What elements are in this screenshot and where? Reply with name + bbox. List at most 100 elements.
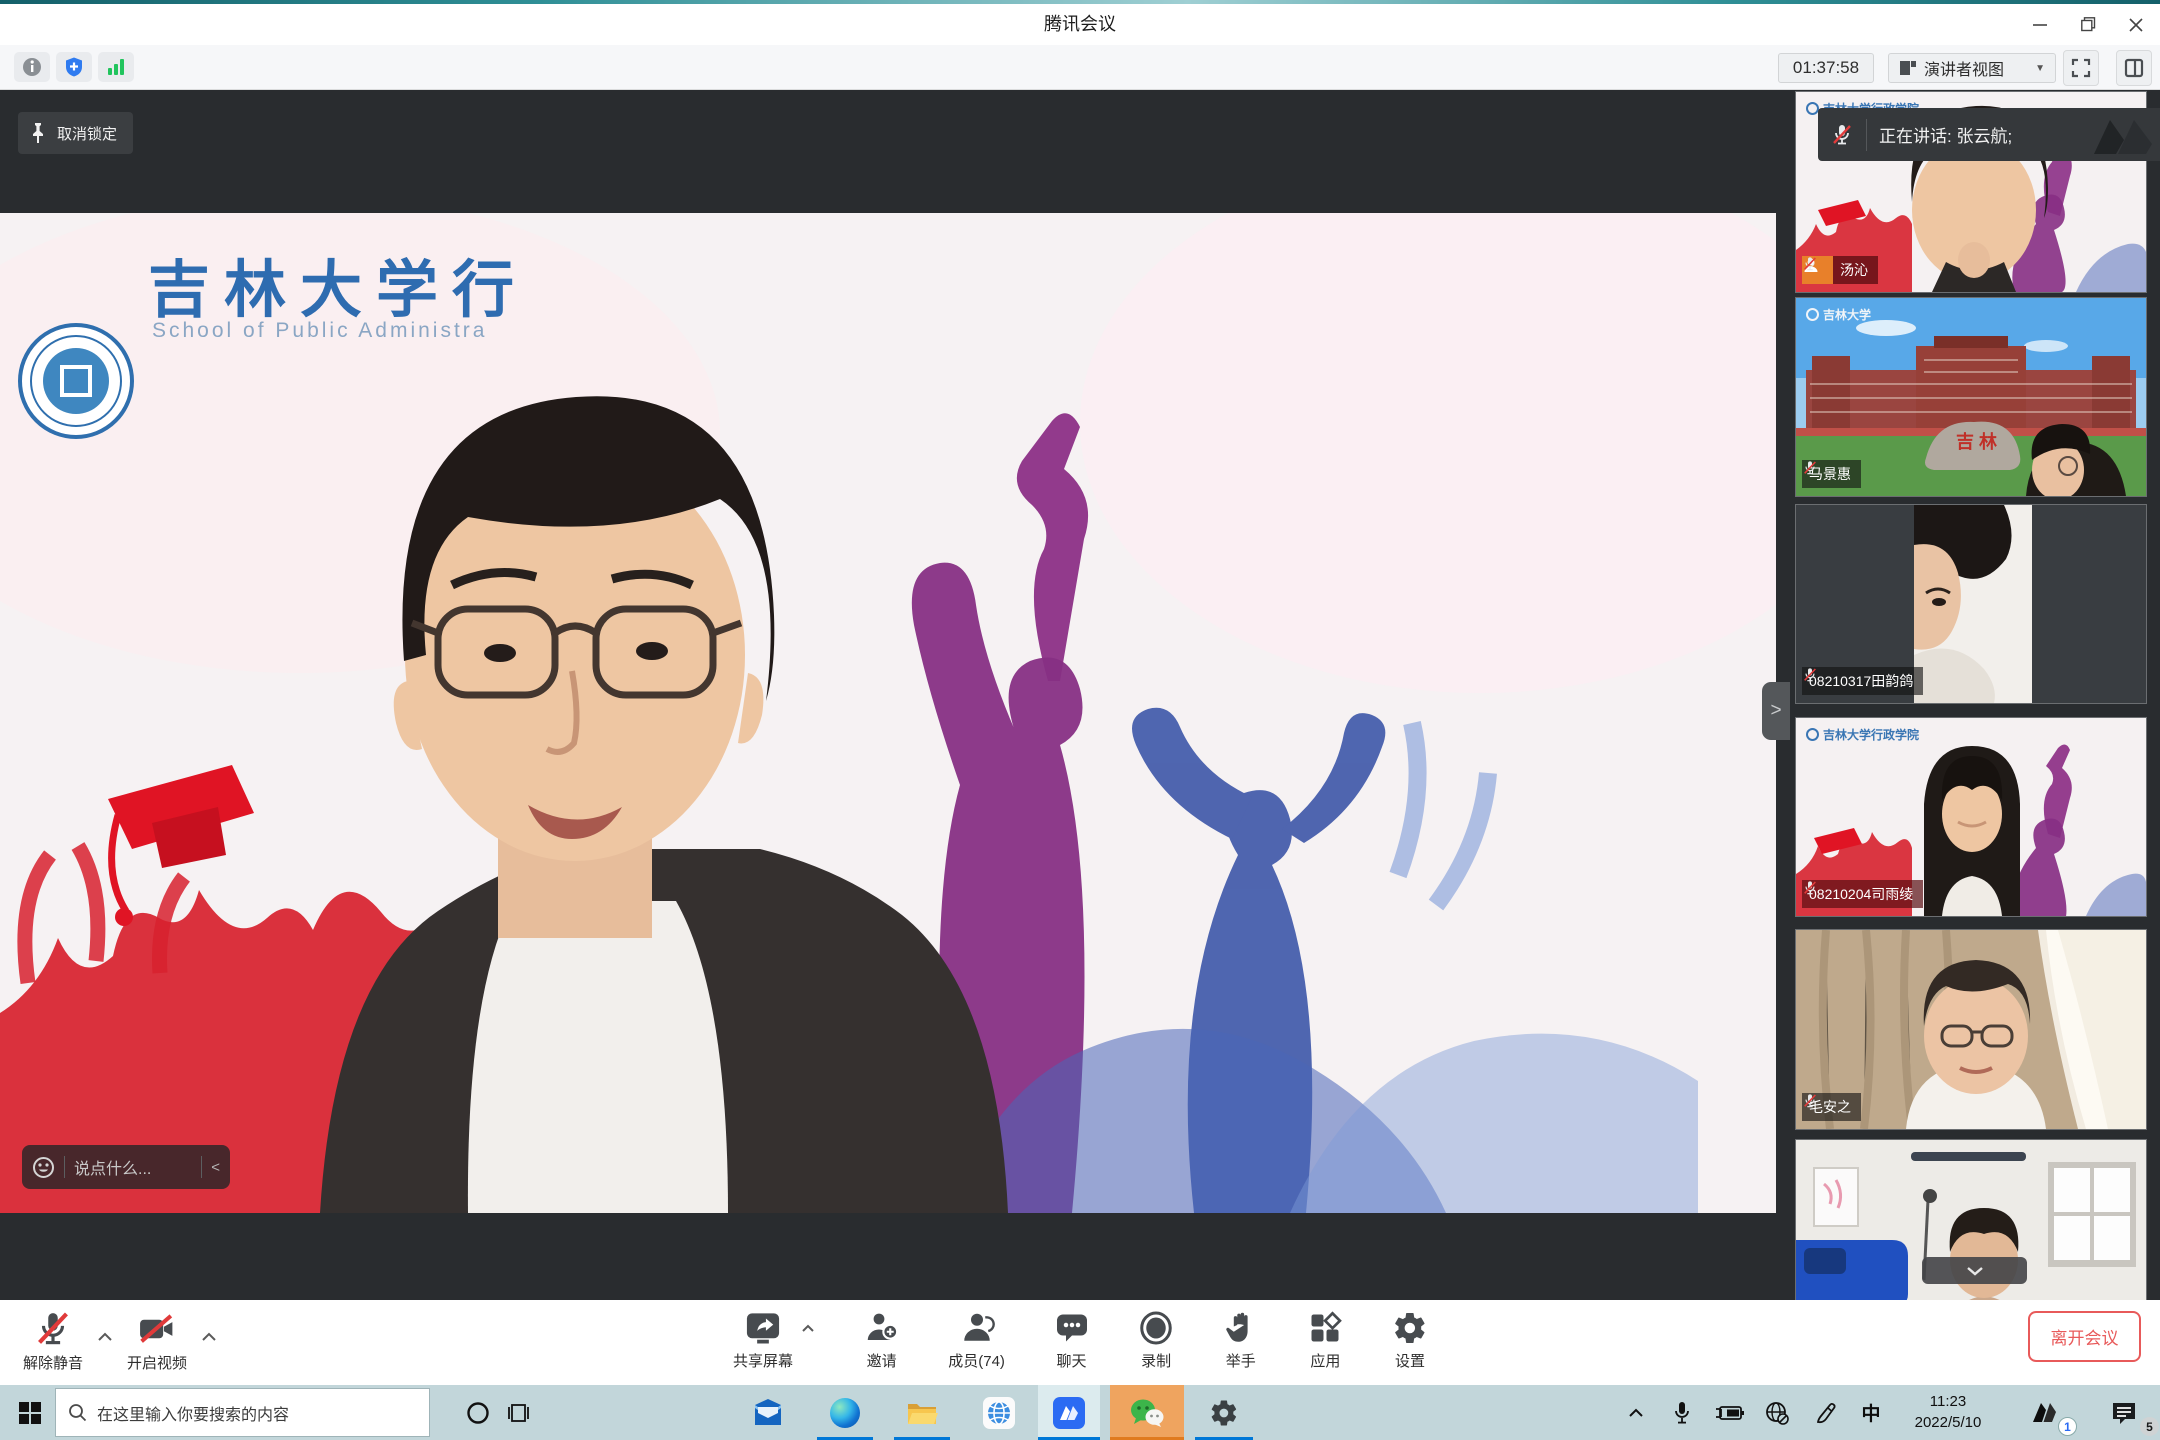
fullscreen-button[interactable] (2063, 50, 2099, 86)
network-signal-button[interactable] (98, 52, 134, 82)
meeting-info-button[interactable] (14, 52, 50, 82)
pen-icon (1814, 1401, 1838, 1425)
dropdown-arrow-icon: ▼ (2035, 63, 2045, 74)
meeting-badge: 1 (2058, 1417, 2077, 1436)
sidebar-collapse-handle[interactable]: > (1762, 682, 1790, 740)
tray-ime-indicator[interactable]: 中 (1852, 1385, 1890, 1440)
muted-camera-icon (137, 1310, 177, 1348)
file-explorer-icon (906, 1399, 938, 1427)
share-options-chevron[interactable] (801, 1324, 815, 1333)
edge-icon (830, 1398, 860, 1428)
tray-expand-button[interactable] (1618, 1385, 1654, 1440)
raise-hand-button[interactable]: 举手 (1223, 1310, 1259, 1371)
task-view-icon (506, 1402, 530, 1424)
security-shield-button[interactable] (56, 52, 92, 82)
globe-browser-icon (983, 1397, 1015, 1429)
view-mode-selector[interactable]: 演讲者视图 ▼ (1888, 53, 2056, 83)
scroll-participants-down-button[interactable] (1922, 1257, 2027, 1284)
muted-mic-icon (1802, 460, 1818, 476)
settings-gear-icon (1209, 1398, 1239, 1428)
seal-icon (1806, 308, 1819, 321)
invite-button[interactable]: 邀请 (864, 1310, 900, 1371)
shield-plus-icon (63, 56, 85, 78)
tray-pen-icon[interactable] (1806, 1385, 1846, 1440)
svg-text:吉 林: 吉 林 (1956, 431, 1997, 452)
search-placeholder: 在这里输入你要搜索的内容 (97, 1401, 289, 1425)
start-button[interactable] (8, 1385, 52, 1440)
participant-video-tianyunge[interactable]: 08210317田韵鸽 (1796, 505, 2146, 703)
split-view-icon (2124, 58, 2144, 78)
task-view-button[interactable] (498, 1385, 538, 1440)
members-icon (959, 1310, 995, 1346)
taskbar-app-settings[interactable] (1195, 1385, 1253, 1440)
tencent-meeting-icon (1053, 1397, 1085, 1429)
collapse-chat-icon[interactable]: < (211, 1159, 220, 1176)
chevron-up-icon (1628, 1408, 1644, 1418)
main-video-logo-en: School of Public Administra (152, 319, 487, 343)
gear-icon (1392, 1310, 1428, 1346)
taskbar-app-edge[interactable] (817, 1385, 873, 1440)
chat-button[interactable]: 聊天 (1054, 1310, 1090, 1371)
record-button[interactable]: 录制 (1138, 1310, 1174, 1371)
clock-time: 11:23 (1896, 1391, 2000, 1412)
muted-mic-icon (1802, 667, 1818, 683)
participant-name-chip: 毛安之 (1802, 1093, 1861, 1121)
share-screen-button[interactable]: 共享屏幕 (733, 1310, 793, 1371)
meeting-watermark-icon (2090, 114, 2156, 156)
battery-charging-icon (1714, 1403, 1744, 1423)
thumb-logo-text: 吉林大学 (1806, 306, 1871, 323)
camera-options-chevron[interactable] (200, 1330, 218, 1344)
restore-button[interactable] (2064, 4, 2112, 45)
university-seal (20, 325, 132, 437)
taskbar-search-input[interactable]: 在这里输入你要搜索的内容 (55, 1388, 430, 1437)
minimize-button[interactable] (2016, 4, 2064, 45)
pin-icon (28, 122, 48, 144)
taskbar-app-mail[interactable] (740, 1385, 796, 1440)
unpin-button[interactable]: 取消锁定 (18, 112, 133, 154)
apps-button[interactable]: 应用 (1307, 1310, 1343, 1371)
taskbar-app-wechat[interactable] (1110, 1385, 1184, 1440)
main-speaker-video[interactable]: 吉林大学行 School of Public Administra (0, 213, 1776, 1213)
taskbar-app-tencent-meeting[interactable] (1038, 1385, 1100, 1440)
taskbar-clock[interactable]: 11:23 2022/5/10 (1896, 1391, 2000, 1433)
settings-button[interactable]: 设置 (1392, 1310, 1428, 1371)
chevron-up-icon (201, 1332, 217, 1342)
mic-options-chevron[interactable] (96, 1330, 114, 1344)
share-screen-icon (744, 1310, 782, 1346)
quick-chat-pill[interactable]: 说点什么... < (22, 1145, 230, 1189)
start-video-button[interactable]: 开启视频 (118, 1310, 196, 1373)
signal-bars-icon (105, 57, 127, 77)
layout-split-button[interactable] (2116, 50, 2152, 86)
close-button[interactable] (2112, 4, 2160, 45)
chevron-up-icon (97, 1332, 113, 1342)
chat-placeholder[interactable]: 说点什么... (74, 1155, 192, 1179)
fullscreen-icon (2071, 58, 2091, 78)
members-button[interactable]: 成员(74) (948, 1310, 1005, 1371)
taskbar-app-browser[interactable] (971, 1385, 1027, 1440)
participant-video-maoanzhi[interactable]: 毛安之 (1796, 930, 2146, 1129)
meeting-topbar: 01:37:58 演讲者视图 ▼ (0, 45, 2160, 90)
chevron-down-icon (1965, 1265, 1985, 1277)
muted-mic-icon (1802, 1093, 1818, 1109)
main-video-scene (0, 213, 1776, 1213)
participant-name-chip: 汤沁 (1833, 256, 1878, 284)
notification-badge: 5 (2140, 1417, 2159, 1436)
thumb-logo-text: 吉林大学行政学院 (1806, 726, 1919, 743)
chat-bubble-icon (1054, 1310, 1090, 1346)
unmute-button[interactable]: 解除静音 (14, 1310, 92, 1373)
participant-name-chip: 08210204司雨绫 (1802, 880, 1923, 908)
globe-no-internet-icon (1765, 1401, 1789, 1425)
taskbar-app-file-explorer[interactable] (894, 1385, 950, 1440)
participant-video-majinghui[interactable]: 吉 林 吉林大学 马景惠 (1796, 298, 2146, 496)
windows-logo-icon (19, 1402, 41, 1424)
tray-meeting-app[interactable]: 1 (2018, 1385, 2070, 1440)
cortana-button[interactable] (458, 1385, 498, 1440)
participant-name-chip: 马景惠 (1802, 460, 1861, 488)
tray-network-icon[interactable] (1758, 1385, 1796, 1440)
window-title: 腾讯会议 (0, 10, 2160, 36)
participant-video-siyuling[interactable]: 吉林大学行政学院 08210204司雨绫 (1796, 718, 2146, 916)
leave-meeting-button[interactable]: 离开会议 (2028, 1311, 2141, 1362)
tray-battery-icon[interactable] (1708, 1385, 1750, 1440)
notification-center-button[interactable]: 5 (2096, 1385, 2152, 1440)
tray-microphone-icon[interactable] (1664, 1385, 1700, 1440)
